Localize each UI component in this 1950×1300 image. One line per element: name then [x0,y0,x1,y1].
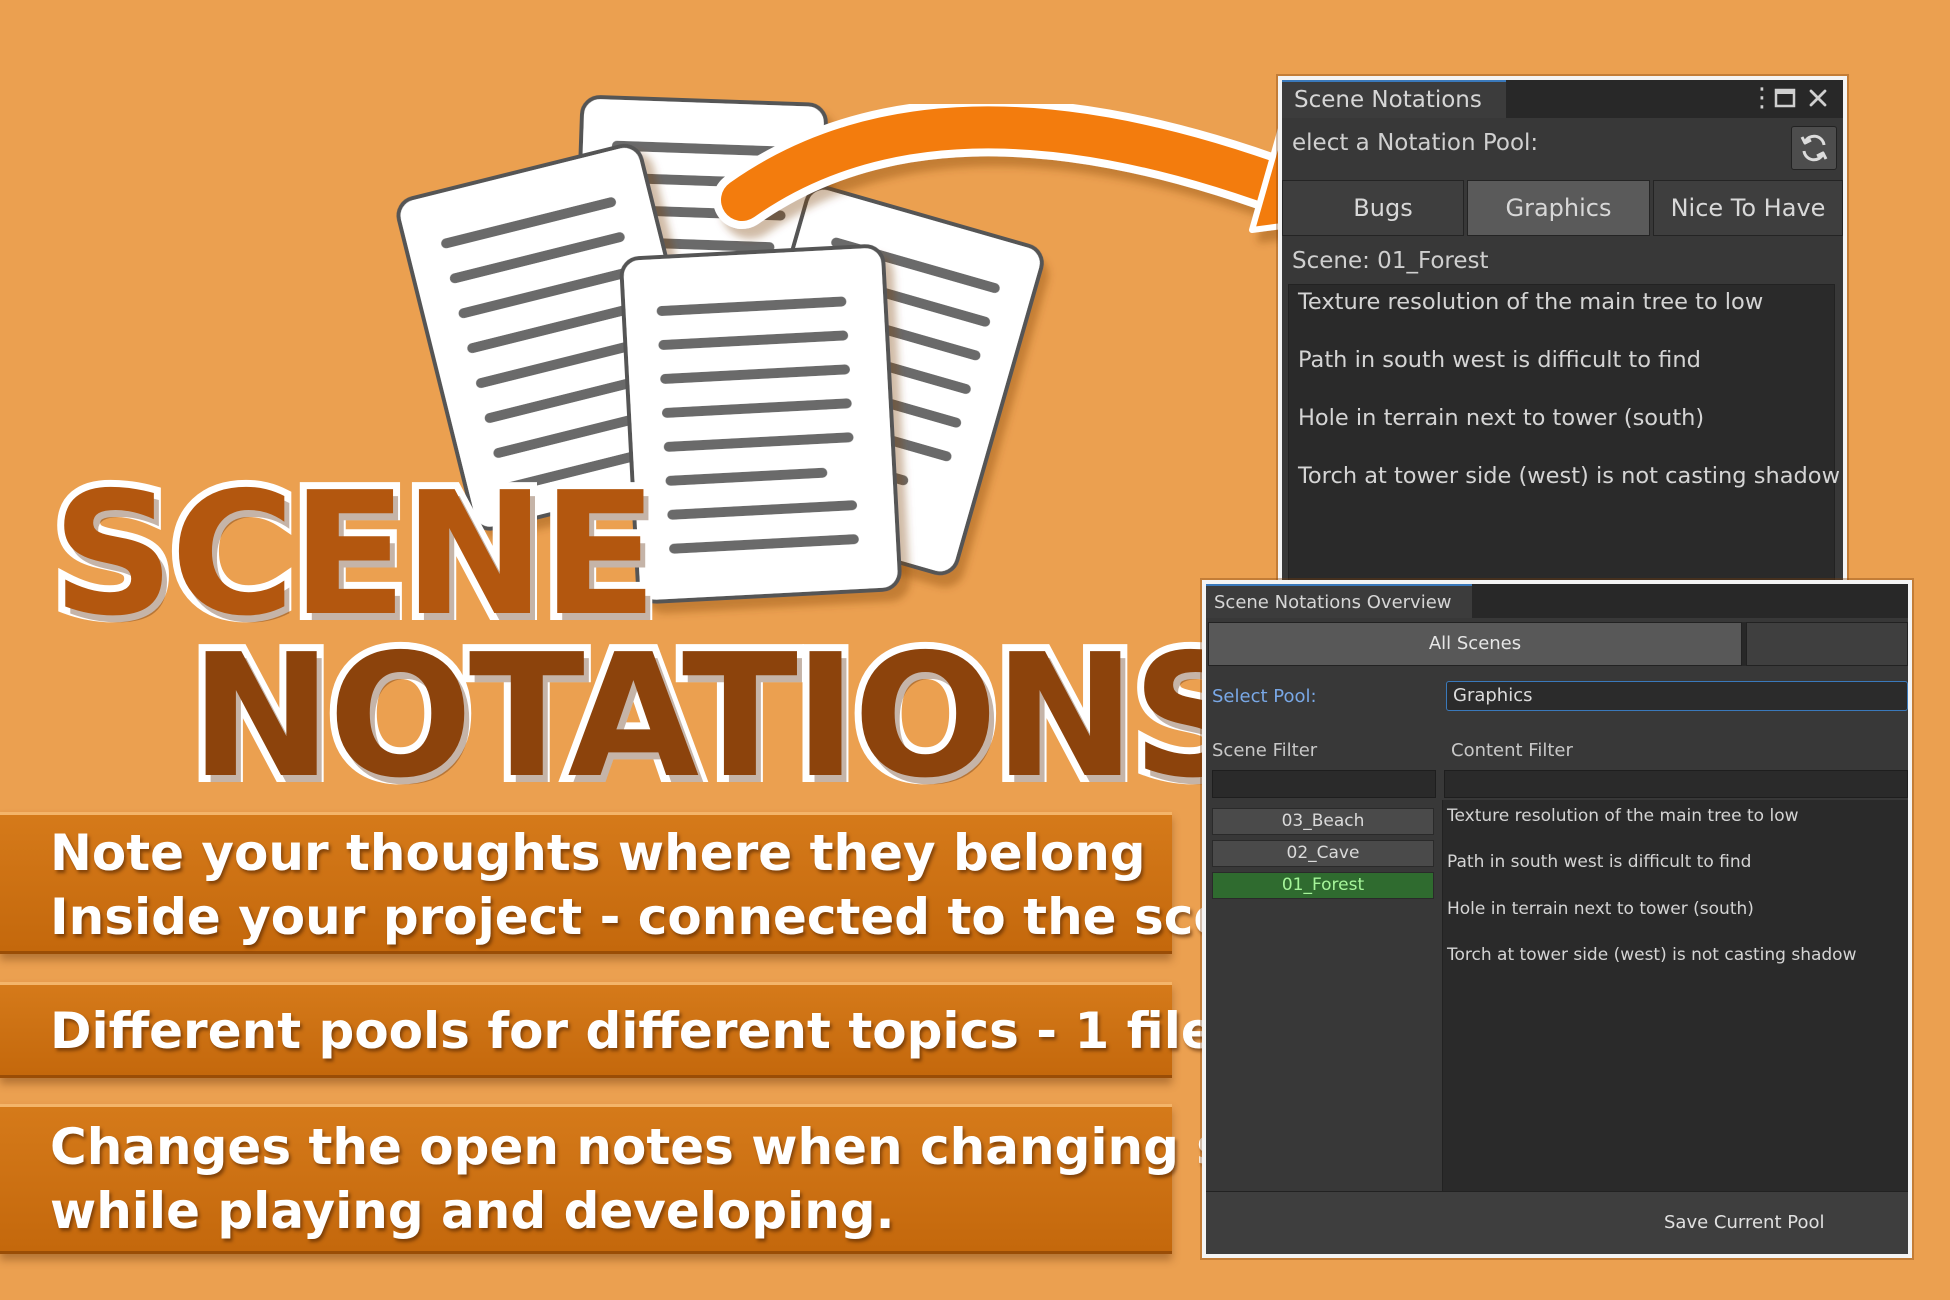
scene-notations-overview-window: Scene Notations Overview All Scenes Sele… [1202,580,1912,1258]
note-line: Torch at tower side (west) is not castin… [1447,945,1857,965]
notation-pool-prompt: elect a Notation Pool: [1292,130,1539,156]
refresh-button[interactable] [1791,126,1837,170]
tab-all-scenes[interactable]: All Scenes [1208,622,1742,666]
window-titlebar: Scene Notations ⋮ [1282,80,1843,118]
save-current-pool-button[interactable]: Save Current Pool [1206,1191,1908,1254]
scene-filter-input[interactable] [1212,770,1436,798]
current-scene-label: Scene: 01_Forest [1292,248,1489,274]
notes-textarea[interactable]: Texture resolution of the main tree to l… [1288,284,1840,592]
document-right-icon [720,185,1044,576]
note-line: Path in south west is difficult to find [1447,852,1752,872]
note-line: Hole in terrain next to tower (south) [1298,405,1705,431]
window-titlebar: Scene Notations Overview [1206,584,1908,618]
pool-tab-nice-to-have[interactable]: Nice To Have [1653,180,1843,236]
content-filter-label: Content Filter [1451,740,1573,761]
overview-notes-textarea[interactable]: Texture resolution of the main tree to l… [1442,800,1908,1192]
feature-text: while playing and developing. [50,1182,895,1240]
note-line: Texture resolution of the main tree to l… [1298,289,1764,315]
select-pool-label: Select Pool: [1212,686,1317,707]
window-tab-scene-notations[interactable]: Scene Notations [1282,80,1506,118]
feature-text: Inside your project - connected to the s… [50,888,1297,946]
pool-tab-bugs[interactable]: Bugs [1282,180,1464,236]
maximize-icon[interactable] [1774,86,1796,114]
window-tab-overview[interactable]: Scene Notations Overview [1206,584,1472,618]
kebab-menu-icon[interactable]: ⋮ [1749,84,1775,112]
title-notations: NOTATIONS [183,618,1261,816]
note-line: Path in south west is difficult to find [1298,347,1701,373]
scope-tabs: All Scenes [1208,622,1908,666]
scene-filter-label: Scene Filter [1212,740,1318,761]
feature-band-3: Changes the open notes when changing sce… [0,1104,1389,1254]
scene-item-02-cave[interactable]: 02_Cave [1212,840,1434,867]
feature-text: Changes the open notes when changing sce… [50,1118,1389,1176]
pool-dropdown[interactable]: Graphics [1446,681,1908,711]
feature-band-2: Different pools for different topics - 1… [0,982,1366,1078]
save-button-label: Save Current Pool [1664,1212,1825,1233]
refresh-icon [1800,134,1828,162]
document-back-icon [570,95,828,407]
scene-notations-window: Scene Notations ⋮ elect a Notation Pool:… [1278,76,1847,596]
title-scene: SCENE [45,456,665,654]
pool-tab-graphics[interactable]: Graphics [1467,180,1650,236]
tab-secondary[interactable] [1746,622,1908,666]
scene-item-03-beach[interactable]: 03_Beach [1212,808,1434,835]
note-line: Texture resolution of the main tree to l… [1447,806,1799,826]
document-front-icon [619,244,902,604]
note-line: Hole in terrain next to tower (south) [1447,899,1754,919]
feature-band-1: Note your thoughts where they belong Ins… [0,812,1297,954]
note-line: Torch at tower side (west) is not castin… [1298,463,1840,489]
content-filter-input[interactable] [1444,770,1908,798]
close-icon[interactable] [1808,86,1828,114]
feature-text: Note your thoughts where they belong [50,824,1146,882]
pool-tabs: Bugs Graphics Nice To Have [1282,180,1843,236]
scene-item-01-forest[interactable]: 01_Forest [1212,872,1434,899]
scene-list: 03_Beach 02_Cave 01_Forest [1206,800,1440,1192]
feature-text: Different pools for different topics - 1… [50,1002,1366,1060]
